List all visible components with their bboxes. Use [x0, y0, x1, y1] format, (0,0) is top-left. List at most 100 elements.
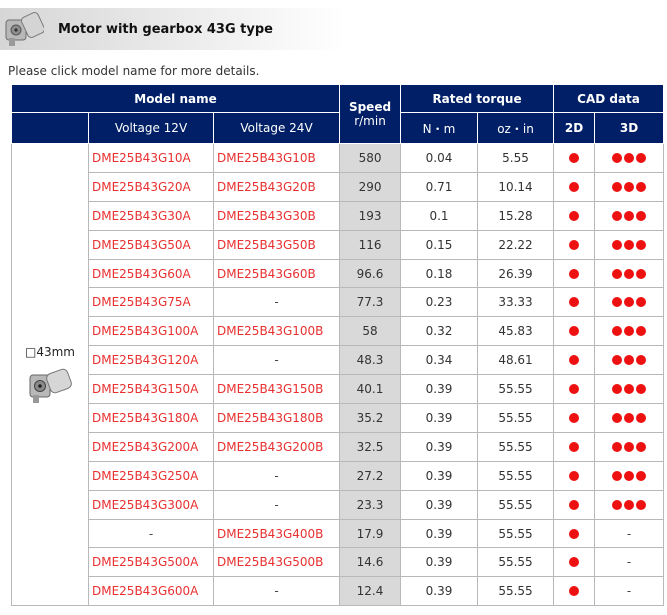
model-12v-link[interactable]: DME25B43G600A	[88, 576, 214, 607]
cad-3d-download-dot[interactable]	[636, 210, 647, 221]
model-24v-link[interactable]: DME25B43G10B	[212, 143, 341, 173]
speed-value: 32.5	[339, 431, 402, 462]
model-12v-link[interactable]: DME25B43G20A	[88, 171, 214, 202]
model-12v-link[interactable]: DME25B43G500A	[88, 547, 214, 578]
cad-3d-download-dot[interactable]	[636, 441, 647, 452]
cad-3d-download-dot[interactable]	[624, 384, 635, 395]
cad-3d-download-dot[interactable]	[636, 412, 647, 423]
cad-3d-download-dot[interactable]	[636, 239, 647, 250]
cad-2d-cell	[553, 547, 596, 578]
cad-2d-cell	[553, 374, 596, 405]
cad-2d-download-dot[interactable]	[569, 586, 580, 597]
cad-3d-download-dot[interactable]	[624, 441, 635, 452]
cad-2d-download-dot[interactable]	[569, 557, 580, 568]
speed-value: 77.3	[339, 287, 402, 318]
cad-3d-download-dot[interactable]	[612, 210, 623, 221]
cad-3d-download-dot[interactable]	[624, 210, 635, 221]
cad-2d-download-dot[interactable]	[569, 326, 580, 337]
cad-3d-download-dot[interactable]	[624, 152, 635, 163]
cad-3d-download-dot[interactable]	[636, 384, 647, 395]
torque-nm-value: 0.39	[400, 518, 479, 549]
model-24v-link[interactable]: DME25B43G100B	[212, 316, 341, 347]
cad-3d-download-dot[interactable]	[624, 297, 635, 308]
header-cad-data: CAD data	[553, 84, 665, 113]
model-12v-link[interactable]: DME25B43G50A	[88, 229, 214, 260]
model-12v-link[interactable]: DME25B43G60A	[88, 258, 214, 289]
cad-2d-download-dot[interactable]	[569, 152, 580, 163]
cad-2d-download-dot[interactable]	[569, 355, 580, 366]
model-12v-empty: -	[88, 518, 214, 549]
cad-3d-download-dot[interactable]	[612, 268, 623, 279]
cad-3d-download-dot[interactable]	[612, 326, 623, 337]
cad-2d-cell	[553, 287, 596, 318]
model-24v-link[interactable]: DME25B43G400B	[212, 518, 341, 549]
cad-2d-download-dot[interactable]	[569, 441, 580, 452]
cad-3d-download-dot[interactable]	[636, 499, 647, 510]
cad-3d-download-dot[interactable]	[612, 297, 623, 308]
cad-2d-download-dot[interactable]	[569, 384, 580, 395]
torque-ozin-value: 55.55	[477, 460, 555, 491]
cad-2d-download-dot[interactable]	[569, 412, 580, 423]
cad-3d-download-dot[interactable]	[636, 152, 647, 163]
header-cad-2d: 2D	[553, 112, 596, 144]
model-12v-link[interactable]: DME25B43G300A	[88, 489, 214, 520]
cad-3d-download-dot[interactable]	[636, 297, 647, 308]
model-12v-link[interactable]: DME25B43G250A	[88, 460, 214, 491]
model-24v-link[interactable]: DME25B43G180B	[212, 403, 341, 433]
cad-3d-download-dot[interactable]	[624, 268, 635, 279]
cad-3d-download-dot[interactable]	[636, 470, 647, 481]
model-24v-link[interactable]: DME25B43G150B	[212, 374, 341, 405]
cad-2d-download-dot[interactable]	[569, 181, 580, 192]
cad-3d-download-dot[interactable]	[624, 470, 635, 481]
torque-ozin-value: 55.55	[477, 547, 555, 578]
cad-3d-download-dot[interactable]	[624, 326, 635, 337]
cad-3d-download-dot[interactable]	[636, 268, 647, 279]
cad-3d-download-dot[interactable]	[612, 499, 623, 510]
cad-3d-download-dot[interactable]	[636, 326, 647, 337]
model-12v-link[interactable]: DME25B43G200A	[88, 431, 214, 462]
model-12v-link[interactable]: DME25B43G75A	[88, 287, 214, 318]
cad-3d-download-dot[interactable]	[612, 470, 623, 481]
model-24v-empty: -	[212, 460, 341, 491]
table-row: - DME25B43G400B 17.9 0.39 55.55-	[12, 518, 665, 549]
cad-3d-download-dot[interactable]	[624, 239, 635, 250]
model-12v-link[interactable]: DME25B43G150A	[88, 374, 214, 405]
cad-2d-cell	[553, 316, 596, 347]
cad-2d-download-dot[interactable]	[569, 210, 580, 221]
cad-2d-download-dot[interactable]	[569, 528, 580, 539]
cad-3d-download-dot[interactable]	[636, 355, 647, 366]
cad-3d-download-dot[interactable]	[612, 181, 623, 192]
cad-2d-download-dot[interactable]	[569, 297, 580, 308]
model-24v-link[interactable]: DME25B43G500B	[212, 547, 341, 578]
cad-2d-download-dot[interactable]	[569, 268, 580, 279]
model-24v-empty: -	[212, 489, 341, 520]
cad-2d-download-dot[interactable]	[569, 239, 580, 250]
model-24v-link[interactable]: DME25B43G200B	[212, 431, 341, 462]
cad-3d-download-dot[interactable]	[612, 441, 623, 452]
cad-3d-download-dot[interactable]	[636, 181, 647, 192]
model-24v-link[interactable]: DME25B43G30B	[212, 200, 341, 231]
cad-3d-download-dot[interactable]	[612, 384, 623, 395]
instruction-text: Please click model name for more details…	[8, 64, 260, 78]
cad-3d-download-dot[interactable]	[612, 412, 623, 423]
model-12v-link[interactable]: DME25B43G120A	[88, 345, 214, 376]
speed-value: 116	[339, 229, 402, 260]
model-12v-link[interactable]: DME25B43G100A	[88, 316, 214, 347]
cad-2d-cell	[553, 345, 596, 376]
cad-3d-download-dot[interactable]	[612, 152, 623, 163]
cad-3d-download-dot[interactable]	[624, 181, 635, 192]
model-24v-link[interactable]: DME25B43G50B	[212, 229, 341, 260]
cad-3d-download-dot[interactable]	[612, 355, 623, 366]
model-12v-link[interactable]: DME25B43G180A	[88, 403, 214, 433]
cad-3d-download-dot[interactable]	[612, 239, 623, 250]
cad-3d-download-dot[interactable]	[624, 412, 635, 423]
table-row: DME25B43G300A -23.3 0.39 55.55	[12, 489, 665, 520]
model-24v-link[interactable]: DME25B43G20B	[212, 171, 341, 202]
cad-2d-download-dot[interactable]	[569, 499, 580, 510]
cad-3d-download-dot[interactable]	[624, 499, 635, 510]
model-24v-link[interactable]: DME25B43G60B	[212, 258, 341, 289]
model-12v-link[interactable]: DME25B43G10A	[88, 143, 214, 173]
cad-3d-download-dot[interactable]	[624, 355, 635, 366]
cad-2d-download-dot[interactable]	[569, 470, 580, 481]
model-12v-link[interactable]: DME25B43G30A	[88, 200, 214, 231]
